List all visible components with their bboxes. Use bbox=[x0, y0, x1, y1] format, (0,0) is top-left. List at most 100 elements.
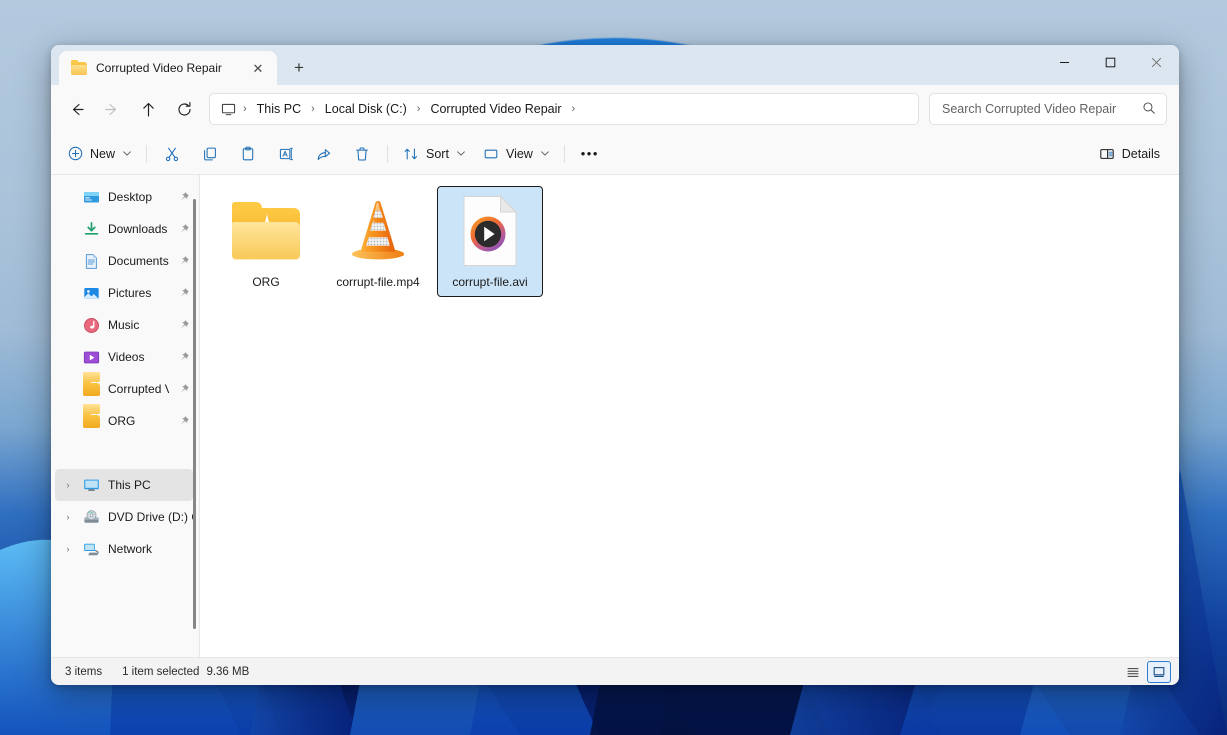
pin-icon[interactable] bbox=[177, 383, 191, 395]
pictures-icon bbox=[83, 285, 100, 302]
videos-icon bbox=[83, 349, 100, 366]
copy-icon bbox=[202, 146, 218, 162]
refresh-button[interactable] bbox=[167, 93, 201, 125]
tab-corrupted-video-repair[interactable]: Corrupted Video Repair ✕ bbox=[59, 51, 277, 85]
file-item-corrupt-file-mp4[interactable]: corrupt-file.mp4 bbox=[326, 187, 430, 296]
breadcrumb-this-pc[interactable]: This PC bbox=[249, 98, 309, 120]
sidebar-item-documents[interactable]: Documents bbox=[55, 245, 193, 277]
selection-label: 1 item selected bbox=[122, 666, 199, 678]
sidebar-item-label: Pictures bbox=[108, 286, 169, 300]
delete-button[interactable] bbox=[343, 139, 381, 169]
maximize-button[interactable] bbox=[1087, 45, 1133, 79]
paste-button[interactable] bbox=[229, 139, 267, 169]
share-icon bbox=[316, 146, 332, 162]
list-view-toggle[interactable] bbox=[1121, 661, 1145, 683]
back-button[interactable] bbox=[59, 93, 93, 125]
file-explorer-window: Corrupted Video Repair ✕ + bbox=[51, 45, 1179, 685]
copy-button[interactable] bbox=[191, 139, 229, 169]
details-button-label: Details bbox=[1122, 147, 1160, 161]
window-controls bbox=[1041, 45, 1179, 79]
documents-icon bbox=[83, 253, 100, 270]
sidebar-item-corrupted-video-repair[interactable]: Corrupted Vi bbox=[55, 373, 193, 405]
pin-icon[interactable] bbox=[177, 255, 191, 267]
pin-icon[interactable] bbox=[177, 319, 191, 331]
vlc-cone-icon bbox=[342, 195, 414, 267]
search-icon[interactable] bbox=[1142, 101, 1156, 118]
sidebar-item-videos[interactable]: Videos bbox=[55, 341, 193, 373]
new-tab-button[interactable]: + bbox=[283, 53, 315, 83]
sidebar-item-desktop[interactable]: Desktop bbox=[55, 181, 193, 213]
sidebar-item-label: This PC bbox=[108, 478, 193, 492]
more-options-button[interactable]: ••• bbox=[571, 139, 609, 169]
file-name-label: corrupt-file.mp4 bbox=[336, 275, 419, 290]
folder-with-cone-icon bbox=[230, 195, 302, 267]
cut-button[interactable] bbox=[153, 139, 191, 169]
new-button[interactable]: New bbox=[59, 139, 140, 169]
forward-button[interactable] bbox=[95, 93, 129, 125]
sidebar-item-dvd-drive[interactable]: › DVD Drive (D:) C bbox=[55, 501, 193, 533]
sidebar-item-this-pc[interactable]: › This PC bbox=[55, 469, 193, 501]
toolbar-divider bbox=[387, 145, 388, 163]
sidebar-item-org[interactable]: ORG bbox=[55, 405, 193, 437]
tab-label: Corrupted Video Repair bbox=[96, 61, 236, 75]
pin-icon[interactable] bbox=[177, 415, 191, 427]
folder-icon bbox=[71, 61, 87, 75]
rename-icon bbox=[278, 146, 294, 162]
file-name-label: ORG bbox=[252, 275, 279, 290]
sidebar-item-label: Downloads bbox=[108, 222, 169, 236]
pin-icon[interactable] bbox=[177, 191, 191, 203]
command-bar: New bbox=[51, 133, 1179, 175]
close-window-button[interactable] bbox=[1133, 45, 1179, 79]
breadcrumb-separator: › bbox=[416, 103, 422, 115]
sidebar-item-music[interactable]: Music bbox=[55, 309, 193, 341]
file-list-pane[interactable]: ORG bbox=[200, 175, 1179, 657]
toolbar-divider bbox=[146, 145, 147, 163]
breadcrumb-separator[interactable]: › bbox=[571, 103, 577, 115]
breadcrumb-local-disk[interactable]: Local Disk (C:) bbox=[317, 98, 415, 120]
expander-icon[interactable]: › bbox=[61, 480, 75, 490]
search-input[interactable]: Search Corrupted Video Repair bbox=[929, 93, 1167, 125]
sidebar-item-pictures[interactable]: Pictures bbox=[55, 277, 193, 309]
up-button[interactable] bbox=[131, 93, 165, 125]
chevron-down-icon bbox=[457, 149, 465, 158]
sidebar-item-network[interactable]: › Network bbox=[55, 533, 193, 565]
title-bar: Corrupted Video Repair ✕ + bbox=[51, 45, 1179, 85]
sidebar-item-label: Music bbox=[108, 318, 169, 332]
sidebar-item-label: Network bbox=[108, 542, 193, 556]
network-icon bbox=[83, 541, 100, 558]
share-button[interactable] bbox=[305, 139, 343, 169]
pin-icon[interactable] bbox=[177, 223, 191, 235]
address-bar[interactable]: › This PC › Local Disk (C:) › Corrupted … bbox=[209, 93, 919, 125]
desktop: Corrupted Video Repair ✕ + bbox=[0, 0, 1227, 735]
sidebar-item-downloads[interactable]: Downloads bbox=[55, 213, 193, 245]
folder-icon bbox=[83, 381, 100, 398]
view-icon bbox=[483, 146, 499, 162]
large-icons-view-toggle[interactable] bbox=[1147, 661, 1171, 683]
file-grid: ORG bbox=[200, 175, 1179, 308]
new-button-label: New bbox=[90, 147, 115, 161]
toolbar-divider bbox=[564, 145, 565, 163]
sidebar-scrollbar[interactable] bbox=[193, 199, 196, 629]
dvd-drive-icon bbox=[83, 509, 100, 526]
close-tab-icon[interactable]: ✕ bbox=[245, 56, 271, 80]
expander-icon[interactable]: › bbox=[61, 544, 75, 554]
file-item-org[interactable]: ORG bbox=[214, 187, 318, 296]
item-count-label: 3 items bbox=[65, 666, 102, 678]
sort-button[interactable]: Sort bbox=[394, 139, 474, 169]
pin-icon[interactable] bbox=[177, 351, 191, 363]
sidebar-item-label: ORG bbox=[108, 414, 169, 428]
status-bar: 3 items 1 item selected 9.36 MB bbox=[51, 657, 1179, 685]
pin-icon[interactable] bbox=[177, 287, 191, 299]
music-icon bbox=[83, 317, 100, 334]
expander-icon[interactable]: › bbox=[61, 512, 75, 522]
ellipsis-icon: ••• bbox=[581, 146, 599, 161]
minimize-button[interactable] bbox=[1041, 45, 1087, 79]
rename-button[interactable] bbox=[267, 139, 305, 169]
details-pane-button[interactable]: Details bbox=[1090, 139, 1169, 169]
view-button[interactable]: View bbox=[474, 139, 558, 169]
breadcrumb-corrupted-video-repair[interactable]: Corrupted Video Repair bbox=[422, 98, 569, 120]
file-item-corrupt-file-avi[interactable]: corrupt-file.avi bbox=[438, 187, 542, 296]
window-body: Desktop Downloads bbox=[51, 175, 1179, 657]
chevron-down-icon bbox=[541, 149, 549, 158]
this-pc-icon[interactable] bbox=[218, 102, 241, 117]
